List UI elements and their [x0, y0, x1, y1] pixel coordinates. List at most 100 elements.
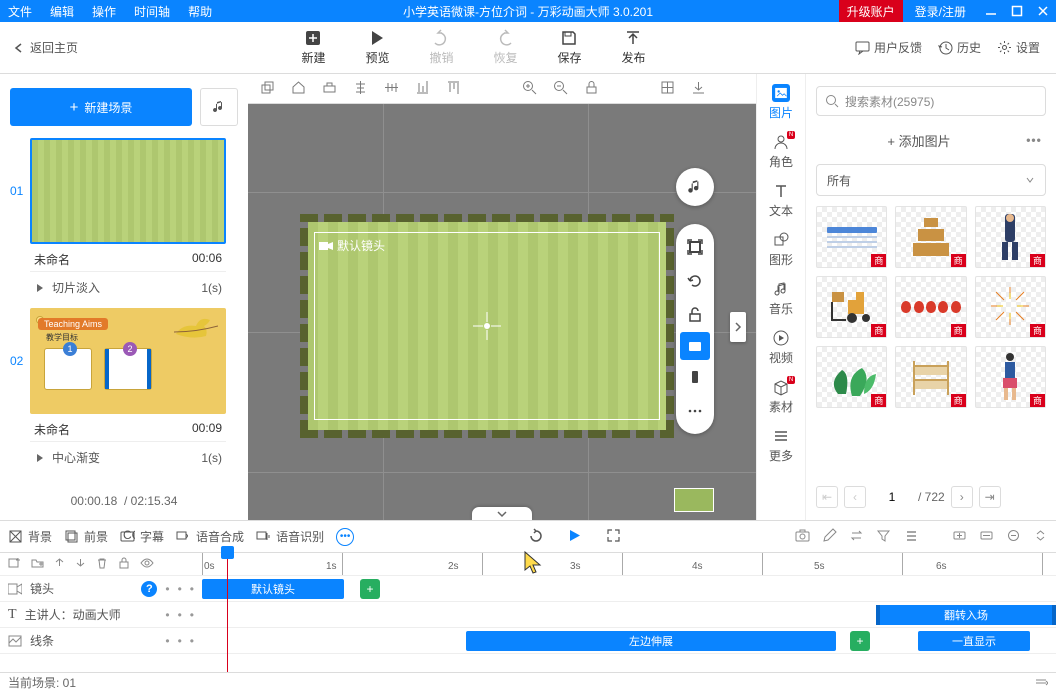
close-icon[interactable] — [1030, 0, 1056, 22]
more-icon[interactable]: ••• — [1022, 133, 1046, 147]
asset-item[interactable]: 商 — [816, 276, 887, 338]
page-first[interactable]: ⇤ — [816, 486, 838, 508]
page-prev[interactable]: ‹ — [844, 486, 866, 508]
play-icon[interactable] — [567, 528, 582, 546]
tl-eye-icon[interactable] — [140, 557, 154, 572]
clip-show[interactable]: 一直显示 — [918, 631, 1030, 651]
dock-more[interactable]: 更多 — [757, 427, 805, 464]
new-scene-button[interactable]: +新建场景 — [10, 88, 192, 126]
asset-item[interactable]: 商 — [975, 276, 1046, 338]
menu-edit[interactable]: 编辑 — [50, 3, 74, 20]
clip-camera[interactable]: 默认镜头 — [202, 579, 344, 599]
clip-extend[interactable]: 左边伸展 — [466, 631, 836, 651]
canvas-tool-icon[interactable] — [322, 80, 337, 98]
page-next[interactable]: › — [951, 486, 973, 508]
dock-asset[interactable]: N素材 — [757, 378, 805, 415]
dock-image[interactable]: 图片 — [757, 84, 805, 121]
dock-role[interactable]: N角色 — [757, 133, 805, 170]
upgrade-account[interactable]: 升级账户 — [839, 0, 903, 22]
zoom-out-tl-icon[interactable] — [1006, 528, 1021, 546]
float-unlock-icon[interactable] — [676, 298, 714, 332]
menu-ops[interactable]: 操作 — [92, 3, 116, 20]
tl-lock-icon[interactable] — [118, 557, 130, 572]
history-button[interactable]: 历史 — [938, 39, 981, 56]
back-home[interactable]: 返回主页 — [0, 39, 92, 56]
canvas-stage[interactable]: 默认镜头 — [248, 104, 756, 520]
grid-icon[interactable] — [660, 80, 675, 98]
minimize-icon[interactable] — [978, 0, 1004, 22]
camera-icon[interactable] — [795, 528, 810, 546]
fg-button[interactable]: 前景 — [64, 528, 108, 545]
asr-button[interactable]: 语音识别 — [256, 528, 324, 545]
float-more-icon[interactable] — [676, 394, 714, 428]
expand-tl-icon[interactable] — [1033, 528, 1048, 546]
publish-button[interactable]: 发布 — [601, 29, 665, 66]
add-clip-icon[interactable]: + — [360, 579, 380, 599]
tl-folder-icon[interactable] — [31, 556, 44, 572]
asset-item[interactable]: 商 — [895, 346, 966, 408]
login-register[interactable]: 登录/注册 — [903, 0, 978, 22]
maximize-icon[interactable] — [1004, 0, 1030, 22]
more-button[interactable]: ••• — [336, 528, 354, 546]
dock-shape[interactable]: 图形 — [757, 231, 805, 268]
scene-item-1[interactable]: 01 未命名00:06 切片淡入1(s) — [10, 138, 238, 302]
float-music-icon[interactable] — [676, 168, 714, 206]
zoom-in-tl-icon[interactable] — [952, 528, 967, 546]
asset-item[interactable]: 商 — [975, 206, 1046, 268]
download-icon[interactable] — [691, 80, 706, 98]
tl-del-icon[interactable] — [96, 557, 108, 572]
float-rotate-icon[interactable] — [676, 264, 714, 298]
alignb-icon[interactable] — [415, 80, 430, 98]
tl-add-icon[interactable] — [8, 556, 21, 572]
feedback-button[interactable]: 用户反馈 — [855, 39, 922, 56]
zoom-fit-tl-icon[interactable] — [979, 528, 994, 546]
bg-button[interactable]: 背景 — [8, 528, 52, 545]
menu-timeline[interactable]: 时间轴 — [134, 3, 170, 20]
settings-button[interactable]: 设置 — [997, 39, 1040, 56]
add-image-button[interactable]: + 添加图片 — [816, 131, 1022, 150]
asset-item[interactable]: 商 — [895, 276, 966, 338]
camera-frame[interactable]: 默认镜头 — [314, 232, 660, 420]
filter-select[interactable]: 所有 — [816, 164, 1046, 196]
redo-button[interactable]: 恢复 — [473, 29, 537, 66]
expand-handle-icon[interactable] — [730, 312, 746, 342]
timeline-ruler[interactable]: 0s1s2s3s4s5s6s — [202, 553, 1056, 575]
help-icon[interactable]: ? — [141, 581, 157, 597]
new-button[interactable]: 新建 — [281, 29, 345, 66]
list-icon[interactable] — [903, 528, 918, 546]
filter-icon[interactable] — [876, 528, 891, 546]
asset-item[interactable]: 商 — [975, 346, 1046, 408]
asset-item[interactable]: 商 — [895, 206, 966, 268]
edit-icon[interactable] — [822, 528, 837, 546]
asset-item[interactable]: 商 — [816, 346, 887, 408]
search-input[interactable]: 搜索素材(25975) — [816, 86, 1046, 116]
status-collapse-icon[interactable] — [1034, 676, 1048, 690]
zoom-in-icon[interactable] — [522, 80, 537, 98]
float-frame-icon[interactable] — [676, 230, 714, 264]
dock-video[interactable]: 视频 — [757, 329, 805, 366]
save-button[interactable]: 保存 — [537, 29, 601, 66]
menu-help[interactable]: 帮助 — [188, 3, 212, 20]
dock-music[interactable]: 音乐 — [757, 280, 805, 317]
preview-button[interactable]: 预览 — [345, 29, 409, 66]
swap-icon[interactable] — [849, 528, 864, 546]
zoom-out-icon[interactable] — [553, 80, 568, 98]
scene-item-2[interactable]: 02 Teaching Aims 教学目标 12 未命名00:09 中心渐变1(… — [10, 308, 238, 472]
float-device-icon[interactable] — [676, 360, 714, 394]
clip-flip[interactable]: 翻转入场 — [876, 605, 1056, 625]
subtitle-button[interactable]: CC字幕 — [120, 528, 164, 545]
tl-down-icon[interactable] — [75, 557, 86, 571]
stage-handle-icon[interactable] — [472, 507, 532, 520]
bgm-button[interactable] — [200, 88, 238, 126]
alignt-icon[interactable] — [446, 80, 461, 98]
layers-icon[interactable] — [260, 80, 275, 98]
tl-up-icon[interactable] — [54, 557, 65, 571]
align-icon[interactable] — [353, 80, 368, 98]
scene-transition-1[interactable]: 切片淡入1(s) — [30, 276, 226, 302]
tts-button[interactable]: 语音合成 — [176, 528, 244, 545]
scene-transition-2[interactable]: 中心渐变1(s) — [30, 446, 226, 472]
minimap[interactable] — [674, 488, 714, 512]
fullscreen-icon[interactable] — [606, 528, 621, 546]
menu-file[interactable]: 文件 — [8, 3, 32, 20]
playhead[interactable] — [227, 554, 228, 672]
